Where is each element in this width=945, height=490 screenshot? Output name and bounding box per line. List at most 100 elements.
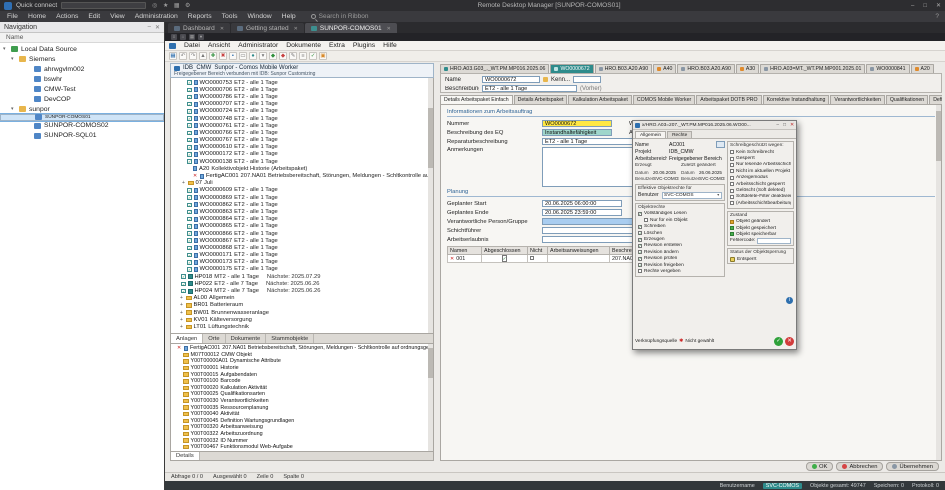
tab-getting-started[interactable]: Getting started [231, 23, 304, 33]
base-tree-item[interactable]: Y00T00040 Aktivität [171, 411, 433, 418]
tree-item[interactable]: WO0000864 ET2 - alle 1 Tage [171, 216, 433, 223]
dialog-tab-rechte[interactable]: Rechte [667, 131, 692, 138]
base-tree-item[interactable]: Y00T00035 Ressourcenplanung [171, 404, 433, 411]
tree-item[interactable]: WO0000171 ET2 - alle 1 Tage [171, 252, 433, 259]
checkbox-icon[interactable] [187, 210, 192, 215]
base-tree-item[interactable]: Y00T00000A01 Dynamische Attribute [171, 358, 433, 365]
tree-item[interactable]: WO0000869 ET2 - alle 1 Tage [171, 194, 433, 201]
menu-tools[interactable]: Tools [217, 11, 243, 22]
nav-item-siemens[interactable]: Siemens [0, 54, 164, 64]
tree-item[interactable]: WO0000868 ET2 - alle 1 Tage [171, 244, 433, 251]
base-tree-item[interactable]: Y00T00020 Kalkulation Aktivität [171, 385, 433, 392]
form-scrollbar[interactable] [936, 105, 941, 460]
doc-tab-wo0000672[interactable]: WO0000672 [550, 64, 593, 73]
checkbox-icon[interactable] [187, 131, 192, 136]
dialog-minimize-icon[interactable]: – [776, 123, 779, 128]
table-column-header[interactable]: Namen [448, 247, 482, 255]
checkbox-icon[interactable] [187, 102, 192, 107]
session-info-icon[interactable]: ● [198, 34, 204, 40]
menu-reports[interactable]: Reports [183, 11, 217, 22]
checkbox-icon[interactable] [181, 282, 186, 287]
menu-help[interactable]: Help [277, 11, 301, 22]
nav-item-devcop[interactable]: DevCOP [0, 94, 164, 104]
print-icon[interactable]: ▭ [239, 52, 247, 60]
nav-item-cmw-test[interactable]: CMW-Test [0, 84, 164, 94]
sec-tab-korrektiv[interactable]: Korrektive Instandhaltung [763, 95, 830, 104]
comos-menu-administrator[interactable]: Administrator [234, 42, 282, 49]
tab-dashboard[interactable]: Dashboard [168, 23, 230, 33]
search-icon[interactable]: ● [249, 52, 257, 60]
base-tree-item[interactable]: Y00T00032 ID Nummer [171, 437, 433, 444]
tree-item[interactable]: WO0000707 ET2 - alle 1 Tage [171, 101, 433, 108]
expand-icon[interactable] [179, 317, 184, 323]
checkbox-icon[interactable] [187, 88, 192, 93]
comos-menu-dokumente[interactable]: Dokumente [282, 42, 325, 49]
doc-tab-mp016[interactable]: HRO.A03.G03_._WT.PM.MP016.2025.06 [440, 64, 549, 73]
favorites-icon[interactable]: ★ [161, 2, 170, 10]
tree-item[interactable]: WO0000865 ET2 - alle 1 Tage [171, 223, 433, 230]
tree-scrollbar[interactable] [428, 78, 433, 333]
checkbox-icon[interactable] [187, 152, 192, 157]
checkbox[interactable] [638, 257, 642, 261]
checkbox[interactable] [638, 244, 642, 248]
checkbox-icon[interactable] [187, 246, 192, 251]
apps-icon[interactable]: ▦ [172, 2, 181, 10]
table-column-header[interactable]: Abgeschlossen [482, 247, 528, 255]
base-tree-item[interactable]: Y00T00320 Arbeitsanweisung [171, 424, 433, 431]
list-icon[interactable]: ≡ [299, 52, 307, 60]
tree-item[interactable]: WO0000753 ET2 - alle 1 Tage [171, 79, 433, 86]
base-tree-item[interactable]: Y00T00045 Definition Wartungsgrundlagen [171, 418, 433, 425]
base-tree-item[interactable]: Y00T00100 Barcode [171, 378, 433, 385]
nav-item-bswhr[interactable]: bswhr [0, 74, 164, 84]
expand-icon[interactable] [181, 180, 186, 186]
tab-orte[interactable]: Orte [203, 334, 225, 343]
tree-item[interactable]: WO0000175 ET2 - alle 1 Tage [171, 266, 433, 273]
tree-item[interactable]: WO0000609 ET2 - alle 1 Tage [171, 187, 433, 194]
tree-item[interactable]: WO0000786 ET2 - alle 1 Tage [171, 93, 433, 100]
ribbon-search[interactable]: Search in Ribbon [311, 13, 369, 20]
kenn-input[interactable] [573, 76, 601, 83]
checkbox-icon[interactable] [187, 195, 192, 200]
tree-item[interactable]: WO0000866 ET2 - alle 1 Tage [171, 230, 433, 237]
nicht-checkbox[interactable] [530, 256, 534, 260]
tree-item[interactable]: HP024 MT2 - alle 7 Tage Nächste: 2025.06… [171, 287, 433, 294]
base-tree-item[interactable]: Y00T00322 Arbeitszuordnung [171, 431, 433, 438]
objektrecht-item[interactable]: Rechte vergeben [638, 268, 722, 274]
session-menu-icon[interactable]: ≡ [171, 34, 177, 40]
table-column-header[interactable]: Arbeitsanweisungen [548, 247, 610, 255]
dialog-maximize-icon[interactable]: □ [783, 123, 786, 128]
tree-item[interactable]: WO0000610 ET2 - alle 1 Tage [171, 144, 433, 151]
checkbox-icon[interactable] [187, 188, 192, 193]
doc-tab-a30[interactable]: A30 [736, 64, 759, 73]
doc-tab-wo0000841[interactable]: WO0000841 [866, 64, 909, 73]
dialog-close-icon[interactable]: ✕ [790, 123, 794, 128]
details-tab[interactable]: Details [171, 452, 200, 460]
menu-view[interactable]: View [105, 11, 130, 22]
checkbox-icon[interactable] [187, 267, 192, 272]
expand-icon[interactable] [179, 295, 184, 301]
menu-home[interactable]: Home [23, 11, 51, 22]
sec-tab-kalkulation[interactable]: Kalkulation Arbeitspaket [568, 95, 631, 104]
delete-icon[interactable]: ✖ [219, 52, 227, 60]
checkbox-icon[interactable] [187, 231, 192, 236]
close-panel-icon[interactable]: ✕ [155, 24, 160, 31]
sec-tab-qualifikationen[interactable]: Qualifikationen [886, 95, 928, 104]
base-tree-item[interactable]: Y00T00467 Funktionsmodul Web-Aufgabe [171, 444, 433, 451]
check-icon[interactable]: ✓ [309, 52, 317, 60]
checkbox-icon[interactable] [187, 138, 192, 143]
tree-item[interactable]: WO0000748 ET2 - alle 1 Tage [171, 115, 433, 122]
tree-item[interactable]: WO0000863 ET2 - alle 1 Tage [171, 208, 433, 215]
menu-file[interactable]: File [2, 11, 23, 22]
abbrechen-button[interactable]: Abbrechen [836, 462, 883, 471]
tree-item[interactable]: WO0000173 ET2 - alle 1 Tage [171, 259, 433, 266]
comos-menu-hilfe[interactable]: Hilfe [379, 42, 401, 49]
base-tree-item[interactable]: FertigAC001 207.NA01 Betriebsbereitschaf… [171, 345, 433, 352]
base-tree-item[interactable]: Y00T00001 Historie [171, 365, 433, 372]
comos-menu-datei[interactable]: Datei [180, 42, 204, 49]
base-tree-item[interactable]: Y00T00015 Aufgabendaten [171, 371, 433, 378]
eq-input[interactable] [542, 129, 612, 136]
nav-item-sunpor[interactable]: sunpor [0, 104, 164, 114]
base-tree-item[interactable]: M07T00012 CMW Objekt [171, 352, 433, 359]
tree-item[interactable]: WO0000138 ET2 - alle 1 Tage [171, 158, 433, 165]
up-icon[interactable]: ▲ [199, 52, 207, 60]
